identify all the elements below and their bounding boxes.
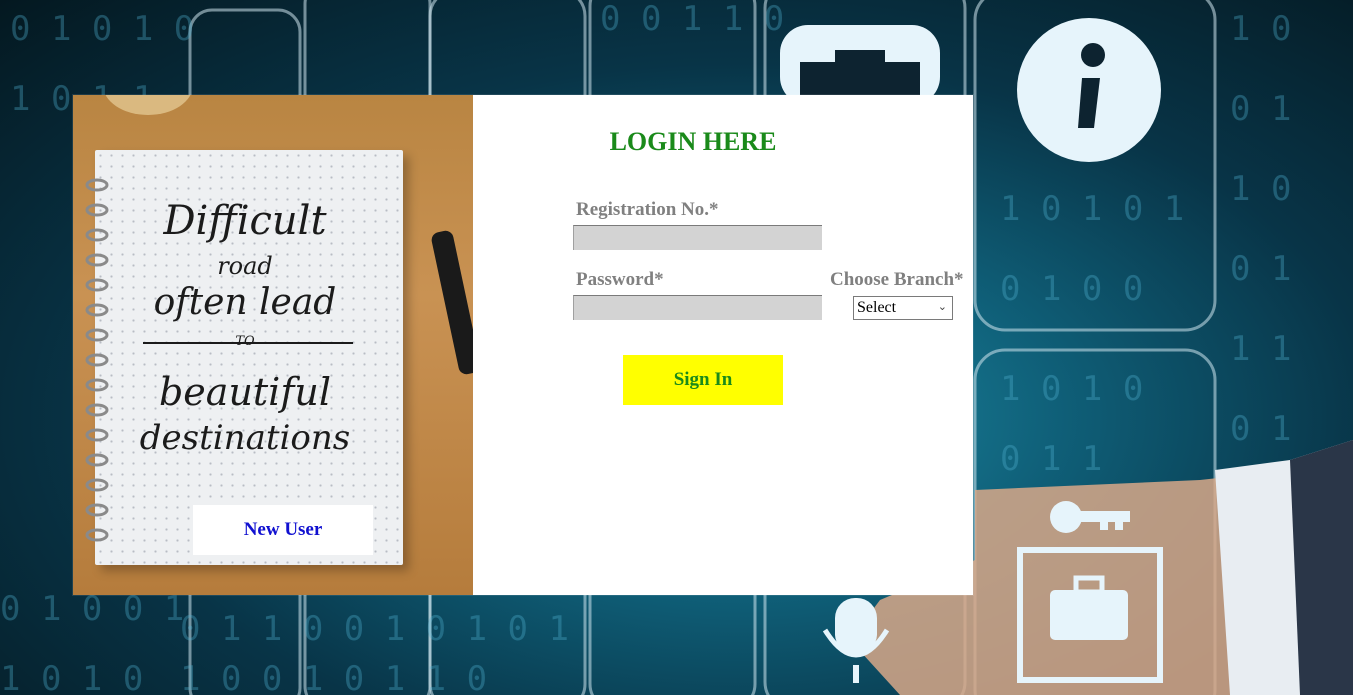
quote-line-2: road <box>217 252 273 280</box>
pen-image <box>430 229 473 376</box>
form-title: LOGIN HERE <box>609 127 777 156</box>
svg-text:1 0 1 0: 1 0 1 0 <box>1000 369 1143 409</box>
quote-line-3: often lead <box>153 282 337 323</box>
registration-label: Registration No.* <box>576 199 719 220</box>
notebook-image: Difficult road often lead TO beautiful d… <box>85 150 403 565</box>
svg-text:0 1 1 0 0 1 0 1 0 1: 0 1 1 0 0 1 0 1 0 1 <box>180 609 569 649</box>
password-input[interactable] <box>573 295 822 320</box>
password-label: Password* <box>576 269 664 290</box>
svg-text:1 0: 1 0 <box>1230 169 1291 209</box>
camera-icon <box>780 25 940 105</box>
svg-text:0 0 1 1 0: 0 0 1 1 0 <box>600 0 784 39</box>
quote-line-6: destinations <box>139 418 351 458</box>
svg-text:0 1: 0 1 <box>1230 89 1291 129</box>
sign-in-button[interactable]: Sign In <box>623 355 783 405</box>
chevron-down-icon: ⌄ <box>937 301 947 313</box>
login-card: Difficult road often lead TO beautiful d… <box>73 95 973 595</box>
svg-text:1 1: 1 1 <box>1230 329 1291 369</box>
quote-line-5: beautiful <box>158 370 332 414</box>
spiral-binding <box>85 178 109 542</box>
login-form: LOGIN HERE Registration No.* Password* C… <box>473 95 973 595</box>
quote-line-4: TO <box>235 334 255 349</box>
svg-text:0 1: 0 1 <box>1230 249 1291 289</box>
svg-text:0 1: 0 1 <box>1230 409 1291 449</box>
branch-select[interactable]: Select ⌄ <box>853 296 953 320</box>
svg-text:0 1 0 0 1: 0 1 0 0 1 <box>0 589 184 629</box>
svg-text:1 0 1 0: 1 0 1 0 <box>0 659 143 695</box>
glass-image <box>103 95 193 115</box>
svg-text:0 1 1: 0 1 1 <box>1000 439 1102 479</box>
svg-text:1 0 1 0 1: 1 0 1 0 1 <box>1000 189 1184 229</box>
registration-input[interactable] <box>573 225 822 250</box>
svg-text:0 1 0 0: 0 1 0 0 <box>1000 269 1143 309</box>
motivation-photo: Difficult road often lead TO beautiful d… <box>73 95 473 595</box>
branch-select-value: Select <box>857 299 897 316</box>
new-user-button[interactable]: New User <box>193 505 373 555</box>
branch-label: Choose Branch* <box>830 269 964 290</box>
info-icon <box>1017 18 1161 162</box>
svg-text:1 0 0 1 0 1 1 0: 1 0 0 1 0 1 1 0 <box>180 659 487 695</box>
quote-line-1: Difficult <box>163 198 327 244</box>
svg-text:0 1 0 1 0: 0 1 0 1 0 <box>10 9 194 49</box>
svg-text:1 0: 1 0 <box>1230 9 1291 49</box>
